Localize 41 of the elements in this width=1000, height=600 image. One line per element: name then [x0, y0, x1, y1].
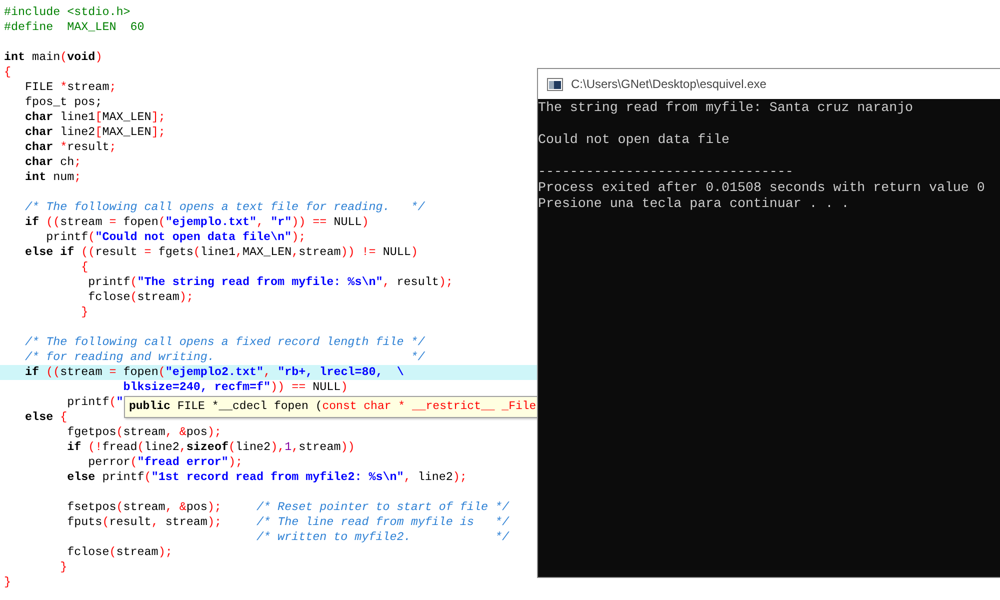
- console-output-line: Could not open data file: [538, 132, 731, 148]
- code-line: printf(": [66, 395, 124, 410]
- code-line: char ch;: [24, 155, 82, 170]
- code-line: }: [59, 560, 68, 575]
- code-line: else {: [24, 410, 68, 425]
- window-title: C:\Users\GNet\Desktop\esquivel.exe: [571, 77, 766, 91]
- code-line: else printf("1st record read from myfile2: %s\n", line2);: [66, 470, 467, 485]
- code-line: blksize=240, recfm=f")) == NULL): [122, 380, 348, 395]
- code-line: fpos_t pos;: [24, 95, 102, 110]
- code-line: FILE *stream;: [24, 80, 116, 95]
- code-line: char line1[MAX_LEN];: [24, 110, 166, 125]
- code-line: fputs(result, stream); /* The line read from myfile is */: [66, 515, 510, 530]
- code-line: fsetpos(stream, &pos); /* Reset pointer to start of file */: [66, 500, 510, 515]
- code-line: }: [3, 575, 12, 590]
- code-line: else if ((result = fgets(line1,MAX_LEN,stream)) != NULL): [24, 245, 418, 260]
- code-line: /* written to myfile2. */: [255, 530, 509, 545]
- code-line: /* The following call opens a text file for reading. */: [24, 200, 425, 215]
- code-line: {: [80, 260, 88, 275]
- code-line: if ((stream = fopen("ejemplo.txt", "r")) == NULL): [24, 215, 369, 230]
- code-line: perror("fread error");: [87, 455, 242, 470]
- code-line: {: [3, 65, 12, 80]
- console-output-line: Presione una tecla para continuar . . .: [538, 196, 850, 212]
- code-line: printf("The string read from myfile: %s\n", result);: [87, 275, 453, 290]
- code-line: /* for reading and writing. */: [24, 350, 425, 365]
- code-line: char *result;: [24, 140, 116, 155]
- code-line: fgetpos(stream, &pos);: [66, 425, 222, 440]
- code-line: fclose(stream);: [87, 290, 194, 305]
- code-line: int main(void): [3, 50, 102, 65]
- code-line: }: [80, 305, 88, 320]
- console-output-line: --------------------------------: [538, 164, 794, 180]
- console-output-line: The string read from myfile: Santa cruz naranjo: [538, 100, 914, 116]
- console-app-icon: [547, 78, 563, 90]
- code-line: #include <stdio.h>: [3, 5, 130, 20]
- code-line: #define MAX_LEN 60: [3, 20, 144, 35]
- code-line: int num;: [24, 170, 82, 185]
- code-line: if (!fread(line2,sizeof(line2),1,stream)): [66, 440, 355, 455]
- code-line: char line2[MAX_LEN];: [24, 125, 166, 140]
- code-line: fclose(stream);: [66, 545, 172, 560]
- code-line: printf("Could not open data file\n");: [45, 230, 306, 245]
- code-line: /* The following call opens a fixed record length file */: [24, 335, 425, 350]
- console-output-line: Process exited after 0.01508 seconds with return value 0: [538, 180, 986, 196]
